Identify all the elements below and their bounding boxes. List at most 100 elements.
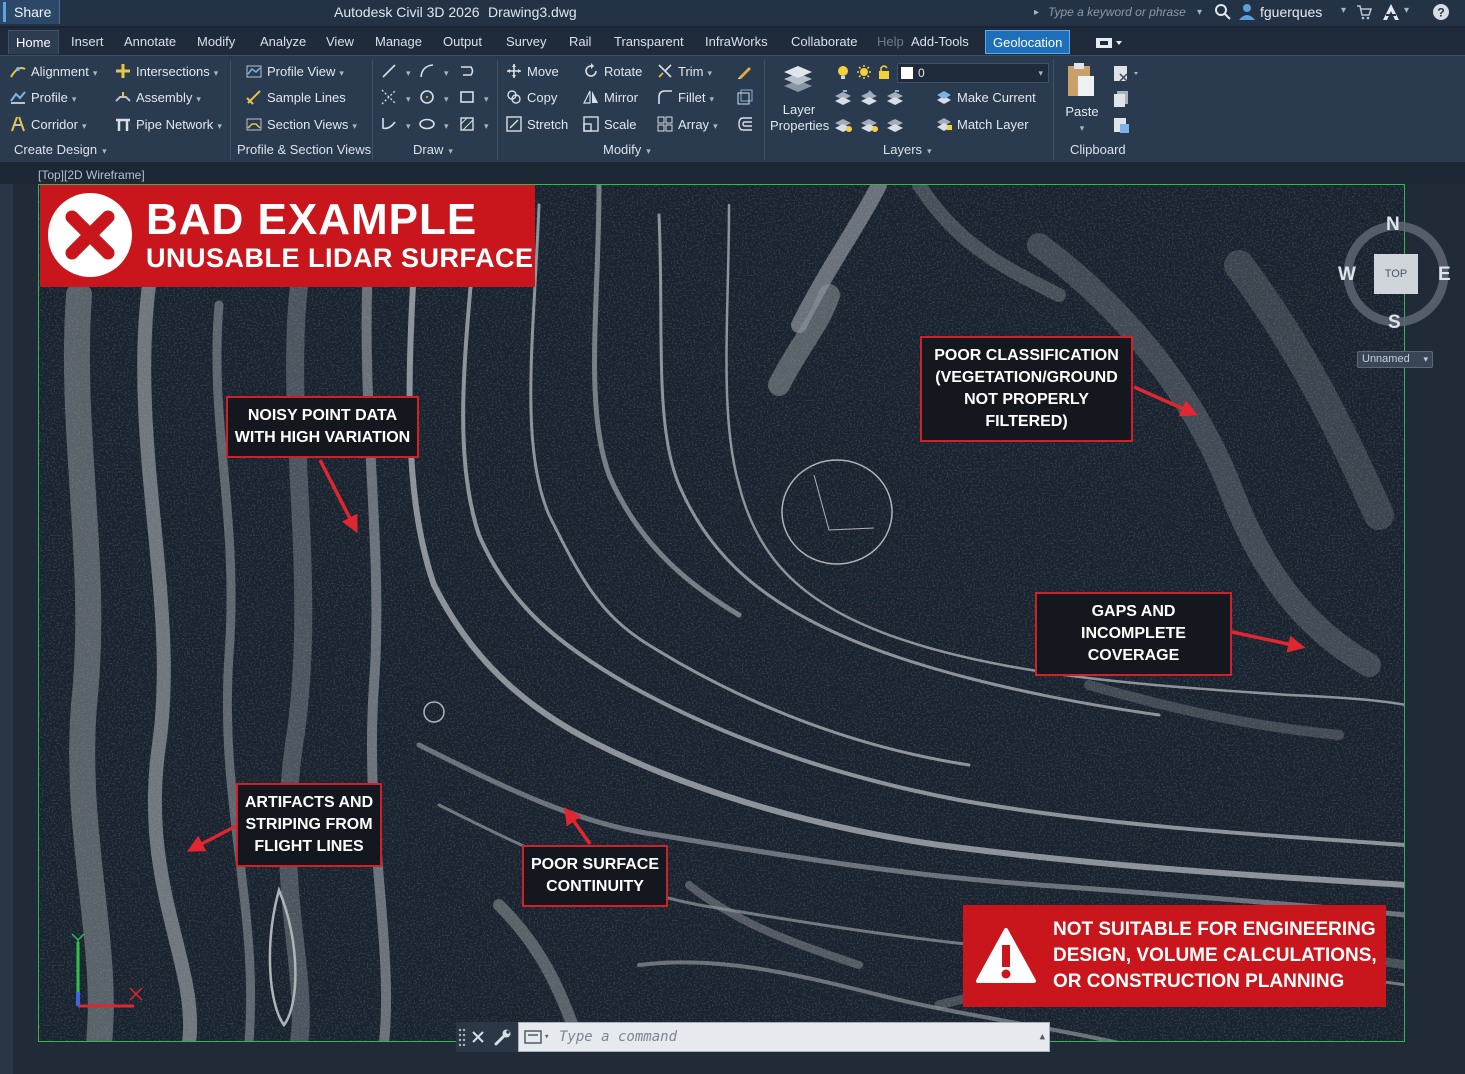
ellipse-tool[interactable]: ▾ bbox=[419, 115, 449, 135]
sample-lines-button[interactable]: Sample Lines bbox=[246, 88, 346, 108]
command-prompt-icon[interactable] bbox=[524, 1030, 542, 1044]
autodesk-a-icon[interactable] bbox=[1382, 3, 1400, 21]
app-title: Autodesk Civil 3D 2026 bbox=[334, 4, 480, 20]
tab-collaborate[interactable]: Collaborate bbox=[784, 30, 865, 54]
command-input[interactable]: ▾ Type a command ▲ bbox=[518, 1022, 1050, 1052]
layer-tools-row-1-icons[interactable] bbox=[833, 89, 933, 107]
copy-clip-icon[interactable] bbox=[1112, 90, 1130, 108]
tab-geolocation[interactable]: Geolocation bbox=[985, 30, 1071, 54]
offset-button[interactable] bbox=[737, 115, 758, 135]
explode-button[interactable] bbox=[737, 88, 758, 108]
layers-panel-label[interactable]: Layers ▾ bbox=[883, 142, 932, 157]
layer-color-swatch bbox=[901, 67, 913, 79]
construction-line-tool[interactable]: ▾ bbox=[381, 88, 411, 108]
help-icon[interactable]: ? bbox=[1432, 3, 1450, 21]
layer-tools-row-2-icons[interactable] bbox=[833, 116, 933, 134]
move-icon bbox=[507, 64, 521, 78]
paste-dropdown-icon[interactable]: ▾ bbox=[1062, 118, 1102, 138]
compass-west[interactable]: W bbox=[1338, 264, 1356, 286]
ribbon-separator bbox=[497, 60, 498, 160]
pipe-network-button[interactable]: Pipe Network ▾ bbox=[115, 115, 222, 135]
move-button[interactable]: Move bbox=[506, 62, 559, 82]
share-button[interactable]: Share bbox=[0, 0, 60, 24]
tab-infraworks[interactable]: InfraWorks bbox=[698, 30, 775, 54]
draw-panel-label[interactable]: Draw ▾ bbox=[413, 142, 453, 157]
cart-icon[interactable] bbox=[1356, 4, 1372, 20]
warning-triangle-icon bbox=[976, 928, 1036, 983]
help-search-input[interactable]: ▸ Type a keyword or phrase ▾ bbox=[1032, 3, 1202, 22]
tab-insert[interactable]: Insert bbox=[64, 30, 111, 54]
tab-rail[interactable]: Rail bbox=[562, 30, 598, 54]
user-name[interactable]: fguerques bbox=[1260, 4, 1322, 20]
workspace-switch-icon[interactable] bbox=[1094, 36, 1124, 50]
circle-tool[interactable]: ▾ bbox=[419, 88, 449, 108]
paste-button[interactable]: Paste ▾ bbox=[1062, 60, 1102, 136]
tab-annotate[interactable]: Annotate bbox=[117, 30, 183, 54]
arc-tool[interactable]: ▾ bbox=[419, 62, 449, 82]
ucs-menu[interactable]: Unnamed ▾ bbox=[1357, 351, 1433, 368]
copy-button[interactable]: Copy bbox=[506, 88, 557, 108]
command-history-icon[interactable]: ▲ bbox=[1040, 1023, 1045, 1051]
close-icon[interactable] bbox=[471, 1030, 485, 1044]
search-dropdown-icon[interactable]: ▾ bbox=[1197, 3, 1202, 22]
trim-button[interactable]: Trim ▾ bbox=[657, 62, 712, 82]
tab-add-tools[interactable]: Add-Tools bbox=[904, 30, 976, 54]
current-layer-dropdown[interactable]: 0 ▾ bbox=[897, 63, 1049, 83]
spline-tool[interactable]: ▾ bbox=[381, 115, 411, 135]
mirror-button[interactable]: Mirror bbox=[583, 88, 638, 108]
error-x-icon bbox=[48, 193, 132, 277]
compass-north[interactable]: N bbox=[1386, 214, 1400, 236]
profile-button[interactable]: Profile ▾ bbox=[10, 88, 76, 108]
layer-state-icons[interactable] bbox=[835, 64, 895, 80]
viewcube[interactable]: N S E W TOP bbox=[1338, 212, 1458, 342]
stretch-button[interactable]: Stretch bbox=[506, 115, 568, 135]
modify-panel-label[interactable]: Modify ▾ bbox=[603, 142, 651, 157]
intersections-button[interactable]: Intersections ▾ bbox=[115, 62, 218, 82]
compass-east[interactable]: E bbox=[1438, 264, 1451, 286]
user-dropdown-icon[interactable]: ▾ bbox=[1341, 5, 1346, 16]
hatch-tool[interactable]: ▾ bbox=[459, 115, 489, 135]
create-design-panel-label[interactable]: Create Design ▾ bbox=[14, 142, 107, 157]
section-views-button[interactable]: Section Views ▾ bbox=[246, 115, 357, 135]
tab-home[interactable]: Home bbox=[8, 30, 59, 54]
line-tool[interactable]: ▾ bbox=[381, 62, 411, 82]
cut-icon[interactable] bbox=[1112, 64, 1142, 84]
spline-icon bbox=[382, 118, 396, 130]
tab-manage[interactable]: Manage bbox=[368, 30, 429, 54]
scale-button[interactable]: Scale bbox=[583, 115, 637, 135]
tab-view[interactable]: View bbox=[319, 30, 361, 54]
drag-grip-icon[interactable] bbox=[458, 1027, 466, 1047]
viewcube-top-face[interactable]: TOP bbox=[1374, 254, 1418, 294]
pipe-network-icon bbox=[116, 118, 130, 131]
command-line-grip[interactable] bbox=[456, 1022, 518, 1052]
profile-view-button[interactable]: Profile View ▾ bbox=[246, 62, 344, 82]
tab-modify[interactable]: Modify bbox=[190, 30, 242, 54]
rotate-button[interactable]: Rotate bbox=[583, 62, 642, 82]
ribbon-separator bbox=[372, 60, 373, 160]
user-icon[interactable] bbox=[1238, 3, 1256, 21]
match-layer-button[interactable]: Match Layer bbox=[936, 115, 1029, 135]
alignment-button[interactable]: Alignment ▾ bbox=[10, 62, 97, 82]
tab-transparent[interactable]: Transparent bbox=[607, 30, 691, 54]
fillet-button[interactable]: Fillet ▾ bbox=[657, 88, 714, 108]
wrench-icon[interactable] bbox=[494, 1028, 512, 1046]
array-button[interactable]: Array ▾ bbox=[657, 115, 718, 135]
autodesk-dropdown-icon[interactable]: ▾ bbox=[1404, 5, 1409, 16]
arc-icon bbox=[420, 64, 434, 78]
tab-survey[interactable]: Survey bbox=[499, 30, 553, 54]
tab-output[interactable]: Output bbox=[436, 30, 489, 54]
corridor-button[interactable]: Corridor ▾ bbox=[10, 115, 87, 135]
viewport-controls-label[interactable]: [Top][2D Wireframe] bbox=[38, 168, 145, 182]
erase-button[interactable] bbox=[737, 62, 758, 82]
rectangle-tool[interactable]: ▾ bbox=[459, 88, 489, 108]
profile-icon bbox=[10, 91, 26, 104]
assembly-button[interactable]: Assembly ▾ bbox=[115, 88, 201, 108]
match-properties-icon[interactable] bbox=[1112, 116, 1130, 134]
recent-commands-icon[interactable]: ▾ bbox=[544, 1023, 549, 1051]
compass-south[interactable]: S bbox=[1388, 312, 1401, 334]
polyline-tool[interactable] bbox=[459, 62, 480, 82]
search-icon[interactable] bbox=[1214, 3, 1232, 21]
tab-analyze[interactable]: Analyze bbox=[253, 30, 313, 54]
make-current-button[interactable]: Make Current bbox=[936, 88, 1036, 108]
civil3d-window: Share Autodesk Civil 3D 2026 Drawing3.dw… bbox=[0, 0, 1465, 1074]
